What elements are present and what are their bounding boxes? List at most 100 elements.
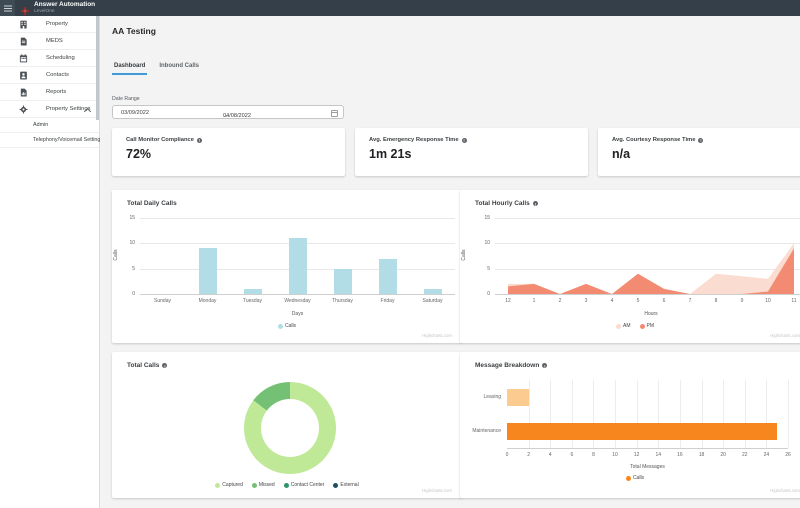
kpi-value: 1m 21s [369, 147, 412, 161]
tab-inbound-calls[interactable]: Inbound Calls [157, 60, 201, 75]
legend-label: External [340, 482, 359, 488]
report-icon [19, 88, 28, 97]
info-icon[interactable] [698, 137, 704, 143]
x-tick-label: 26 [785, 452, 791, 458]
info-icon[interactable] [196, 137, 202, 143]
legend-marker [333, 482, 339, 488]
bar-tuesday[interactable] [243, 288, 262, 294]
sidebar-item-property[interactable]: Property [0, 16, 99, 33]
legend-marker [625, 475, 631, 481]
x-axis-line [507, 448, 788, 449]
kpi-label: Call Monitor Compliance [126, 137, 194, 143]
bar-friday[interactable] [378, 258, 397, 294]
donut-hole [261, 399, 319, 457]
hourly-calls-areas[interactable] [495, 218, 800, 294]
sidebar-item-label: Contacts [46, 72, 69, 78]
x-axis-line [495, 294, 800, 295]
legend-label: Calls [632, 475, 645, 481]
kpi-value: n/a [612, 147, 631, 161]
kpi-card-avg-emergency-response-time: Avg. Emergency Response Time 1m 21s [355, 128, 588, 176]
sidebar-item-label: Property [46, 21, 68, 27]
app-header: Answer Automation LevelOne [0, 0, 800, 16]
main-content: AA Testing Dashboard Inbound Calls Date R… [100, 16, 800, 508]
start-date-value[interactable]: 03/09/2022 [121, 110, 149, 116]
gridline [140, 218, 455, 219]
info-icon[interactable] [162, 363, 168, 368]
bar-maintenance[interactable] [507, 422, 778, 440]
legend-label: Contact Center [290, 482, 325, 488]
tab-dashboard[interactable]: Dashboard [112, 60, 148, 75]
legend-item-external[interactable]: External [333, 482, 359, 488]
app-logo-icon [20, 3, 30, 16]
x-tick-label: 12 [505, 298, 511, 304]
x-tick-label: 10 [765, 298, 771, 304]
x-tick-label: Monday [198, 298, 217, 304]
chart-title-row: Total Hourly Calls [475, 200, 800, 207]
legend-item-calls[interactable]: Calls [625, 475, 645, 481]
legend-item-am[interactable]: AM [616, 323, 631, 329]
kpi-label: Avg. Emergency Response Time [369, 137, 459, 143]
hamburger-bars [3, 7, 12, 9]
legend-marker [215, 482, 221, 488]
sidebar-item-meds[interactable]: MEDS [0, 33, 99, 50]
x-tick-label: Wednesday [284, 298, 311, 304]
legend-item-captured[interactable]: Captured [215, 482, 243, 488]
x-tick-label: 14 [655, 452, 662, 458]
x-axis-title: Days [291, 311, 304, 317]
sidebar-item-scheduling[interactable]: Scheduling [0, 50, 99, 67]
sidebar-scrollbar[interactable] [96, 16, 99, 120]
bar-leasing[interactable] [507, 388, 529, 406]
sidebar-item-reports[interactable]: Reports [0, 84, 99, 101]
x-tick-label: 1 [532, 298, 536, 304]
legend-label: PM [646, 323, 655, 329]
chart-legend: Captured Missed Contact Center External [112, 482, 462, 488]
sidebar: Property MEDS Scheduling Contacts Reports Pro… [0, 16, 103, 508]
total-calls-card: Total Calls Captured Missed Contact Center E… [112, 352, 462, 498]
total-hourly-calls-card: Total Hourly Calls051015Calls12123456789… [460, 190, 800, 343]
x-tick-label: 18 [698, 452, 705, 458]
legend-item-calls[interactable]: Calls [277, 323, 296, 329]
date-range-input[interactable]: 03/09/2022 → 04/08/2022 [112, 105, 344, 119]
sidebar-item-property-settings[interactable]: Property Settings [0, 101, 99, 118]
x-tick-label: 6 [662, 298, 666, 304]
category-label: Leasing [483, 394, 501, 400]
info-icon[interactable] [461, 137, 467, 143]
chart-title: Total Hourly Calls [475, 200, 530, 207]
x-tick-label: 24 [763, 452, 770, 458]
kpi-card-avg-courtesy-response-time: Avg. Courtesy Response Time n/a [598, 128, 800, 176]
legend-marker [277, 323, 283, 329]
info-icon[interactable] [532, 201, 538, 206]
x-tick-label: 8 [592, 452, 595, 458]
sidebar-item-admin[interactable]: Admin [0, 118, 99, 133]
bar-monday[interactable] [198, 248, 217, 294]
legend-item-missed[interactable]: Missed [251, 482, 275, 488]
bar-wednesday[interactable] [288, 238, 307, 294]
x-tick-label: 8 [714, 298, 718, 304]
x-tick-label: 6 [570, 452, 574, 458]
bar-saturday[interactable] [423, 288, 442, 294]
x-tick-label: 16 [677, 452, 683, 458]
bar-thursday[interactable] [333, 268, 352, 294]
kpi-label-row: Call Monitor Compliance [126, 137, 345, 143]
y-tick-label: 15 [484, 215, 490, 221]
legend-label: AM [623, 323, 631, 329]
x-tick-label: Sunday [154, 298, 171, 304]
legend-label: Captured [222, 482, 243, 488]
sidebar-item-label: MEDS [46, 38, 63, 44]
sidebar-item-contacts[interactable]: Contacts [0, 67, 99, 84]
chart-title: Total Daily Calls [127, 200, 177, 207]
menu-icon[interactable] [0, 0, 15, 16]
legend-item-pm[interactable]: PM [639, 323, 655, 329]
date-range-label: Date Range [112, 96, 140, 102]
x-axis-line [140, 294, 455, 295]
y-tick-label: 0 [487, 291, 490, 297]
calendar-icon[interactable] [331, 109, 338, 117]
highcharts-watermark: Highcharts.com [422, 333, 452, 338]
x-tick-label: 3 [584, 298, 588, 304]
total-daily-calls-card: Total Daily Calls 0 5 10 15 Calls Sunday Monday… [112, 190, 462, 343]
x-tick-label: Friday [380, 298, 395, 304]
sidebar-item-telephony-voicemail-settings[interactable]: Telephony/Voicemail Settings [0, 133, 103, 148]
info-icon[interactable] [542, 363, 548, 368]
header-titles: Answer Automation LevelOne [34, 1, 95, 15]
legend-item-contact-center[interactable]: Contact Center [283, 482, 325, 488]
